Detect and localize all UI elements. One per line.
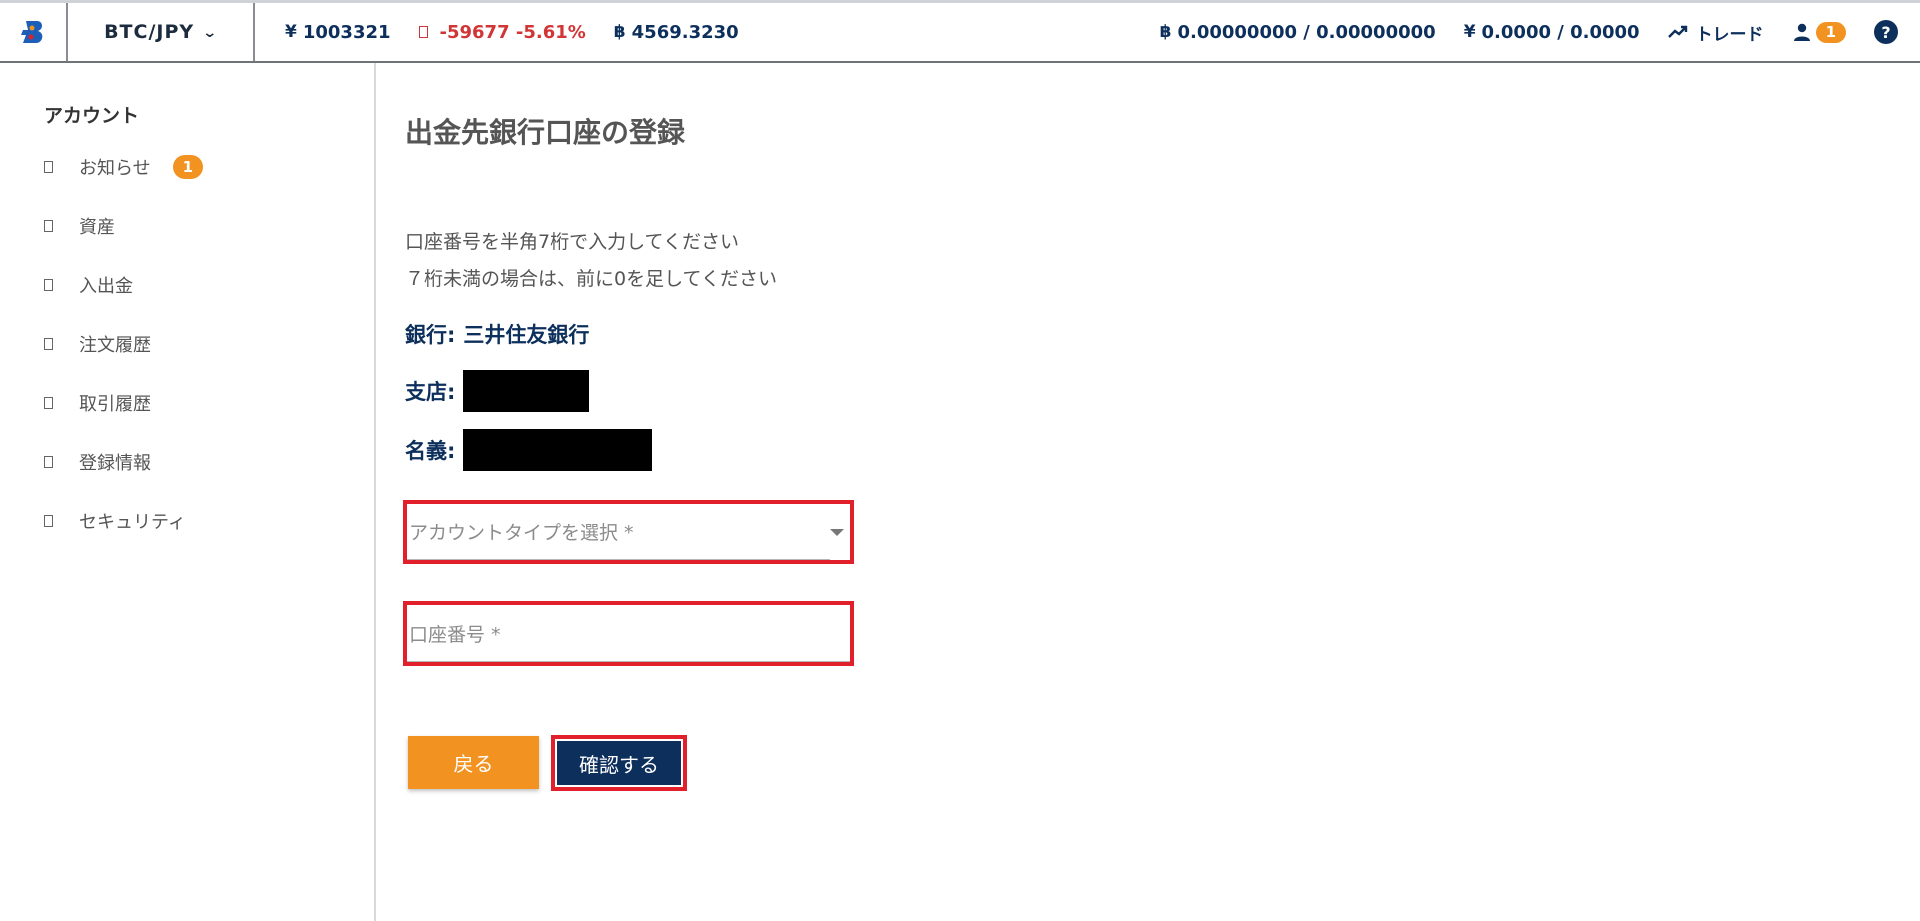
trending-up-icon xyxy=(1667,25,1687,38)
page-title: 出金先銀行口座の登録 xyxy=(405,116,686,149)
jpy-balance: ¥ 0.0000 / 0.0000 xyxy=(1464,22,1640,43)
last-price-value: 1003321 xyxy=(302,21,391,43)
sidebar-item-label: 入出金 xyxy=(79,276,133,297)
bank-info: 銀行: 三井住友銀行 xyxy=(405,319,589,349)
sidebar-item-label: 注文履歴 xyxy=(79,335,151,356)
sidebar-item-deposit-withdraw[interactable]: 入出金 xyxy=(44,270,133,300)
header-right: ฿ 0.00000000 / 0.00000000 ¥ 0.0000 / 0.0… xyxy=(1160,20,1920,45)
branch-redacted xyxy=(463,370,590,412)
sidebar-item-order-history[interactable]: 注文履歴 xyxy=(44,329,151,359)
btc-balance-value: 0.00000000 / 0.00000000 xyxy=(1177,21,1436,43)
help-icon[interactable]: ? xyxy=(1874,20,1898,44)
transfer-icon xyxy=(44,279,53,291)
back-button[interactable]: 戻る xyxy=(408,736,539,789)
instruction-text: ７桁未満の場合は、前に0を足してください xyxy=(405,268,777,290)
user-icon xyxy=(1793,23,1810,41)
main-content: 出金先銀行口座の登録 口座番号を半角7桁で入力してください ７桁未満の場合は、前… xyxy=(378,63,1920,921)
bitcoin-icon: ฿ xyxy=(1159,22,1172,42)
trade-label: トレード xyxy=(1695,24,1764,45)
account-holder-info: 名義: xyxy=(405,429,653,471)
currency-pair-selector[interactable]: BTC/JPY ⌄ xyxy=(68,3,255,61)
last-price: ¥ 1003321 xyxy=(285,22,391,43)
sidebar-item-label: 登録情報 xyxy=(79,453,151,474)
top-bar: BTC/JPY ⌄ ¥ 1003321 -59677 -5.61% ฿ 4569… xyxy=(0,0,1920,63)
trade-link[interactable]: トレード xyxy=(1667,20,1764,45)
volume: ฿ 4569.3230 xyxy=(614,22,739,43)
price-change-value: -59677 -5.61% xyxy=(439,21,586,43)
currency-pair-label: BTC/JPY xyxy=(104,21,195,43)
bell-icon xyxy=(44,161,53,173)
btc-balance: ฿ 0.00000000 / 0.00000000 xyxy=(1160,22,1436,43)
list-icon xyxy=(44,338,53,350)
confirm-button[interactable]: 確認する xyxy=(557,741,681,785)
shield-icon xyxy=(44,515,53,527)
wallet-icon xyxy=(44,220,53,232)
bitcoin-icon: ฿ xyxy=(613,22,626,42)
sidebar-item-label: セキュリティ xyxy=(79,512,186,533)
account-holder-redacted xyxy=(463,429,653,471)
sidebar-item-profile[interactable]: 登録情報 xyxy=(44,447,151,477)
notification-badge: 1 xyxy=(172,155,204,179)
account-type-select[interactable]: アカウントタイプを選択 * xyxy=(403,500,854,564)
dropdown-caret-icon xyxy=(830,528,844,536)
sidebar-item-security[interactable]: セキュリティ xyxy=(44,506,186,536)
sidebar-item-trade-history[interactable]: 取引履歴 xyxy=(44,388,151,418)
volume-value: 4569.3230 xyxy=(631,21,739,43)
sidebar-item-label: 取引履歴 xyxy=(79,394,151,415)
branch-info: 支店: xyxy=(405,370,590,412)
account-holder-label: 名義: xyxy=(405,439,456,463)
bitbank-logo-icon xyxy=(21,21,43,43)
bank-label: 銀行: xyxy=(405,323,456,347)
brand-logo[interactable] xyxy=(0,3,68,61)
sidebar-item-label: お知らせ xyxy=(79,158,151,179)
account-type-placeholder: アカウントタイプを選択 * xyxy=(407,504,830,560)
price-change: -59677 -5.61% xyxy=(418,21,586,43)
confirm-button-highlight: 確認する xyxy=(551,735,687,791)
sidebar: アカウント お知らせ 1 資産 入出金 注文履歴 取引履歴 登録情報 セキュリテ… xyxy=(0,63,376,921)
sidebar-item-label: 資産 xyxy=(79,217,115,238)
jpy-balance-value: 0.0000 / 0.0000 xyxy=(1481,21,1640,43)
sidebar-item-assets[interactable]: 資産 xyxy=(44,211,115,241)
chevron-down-icon: ⌄ xyxy=(202,25,219,41)
branch-label: 支店: xyxy=(405,380,456,404)
yen-icon: ¥ xyxy=(285,22,297,42)
history-icon xyxy=(44,397,53,409)
sidebar-item-notifications[interactable]: お知らせ 1 xyxy=(44,152,204,182)
profile-icon xyxy=(44,456,53,468)
notification-badge: 1 xyxy=(1815,21,1846,43)
bank-value: 三井住友銀行 xyxy=(463,323,590,347)
account-number-field[interactable]: 口座番号 * xyxy=(403,601,854,666)
instruction-text: 口座番号を半角7桁で入力してください xyxy=(405,231,739,253)
ticker: ¥ 1003321 -59677 -5.61% ฿ 4569.3230 xyxy=(255,22,739,43)
yen-icon: ¥ xyxy=(1463,22,1476,42)
account-number-placeholder: 口座番号 * xyxy=(407,605,850,662)
trend-down-icon xyxy=(418,26,428,38)
user-menu[interactable]: 1 xyxy=(1792,21,1846,43)
sidebar-title: アカウント xyxy=(44,105,140,127)
